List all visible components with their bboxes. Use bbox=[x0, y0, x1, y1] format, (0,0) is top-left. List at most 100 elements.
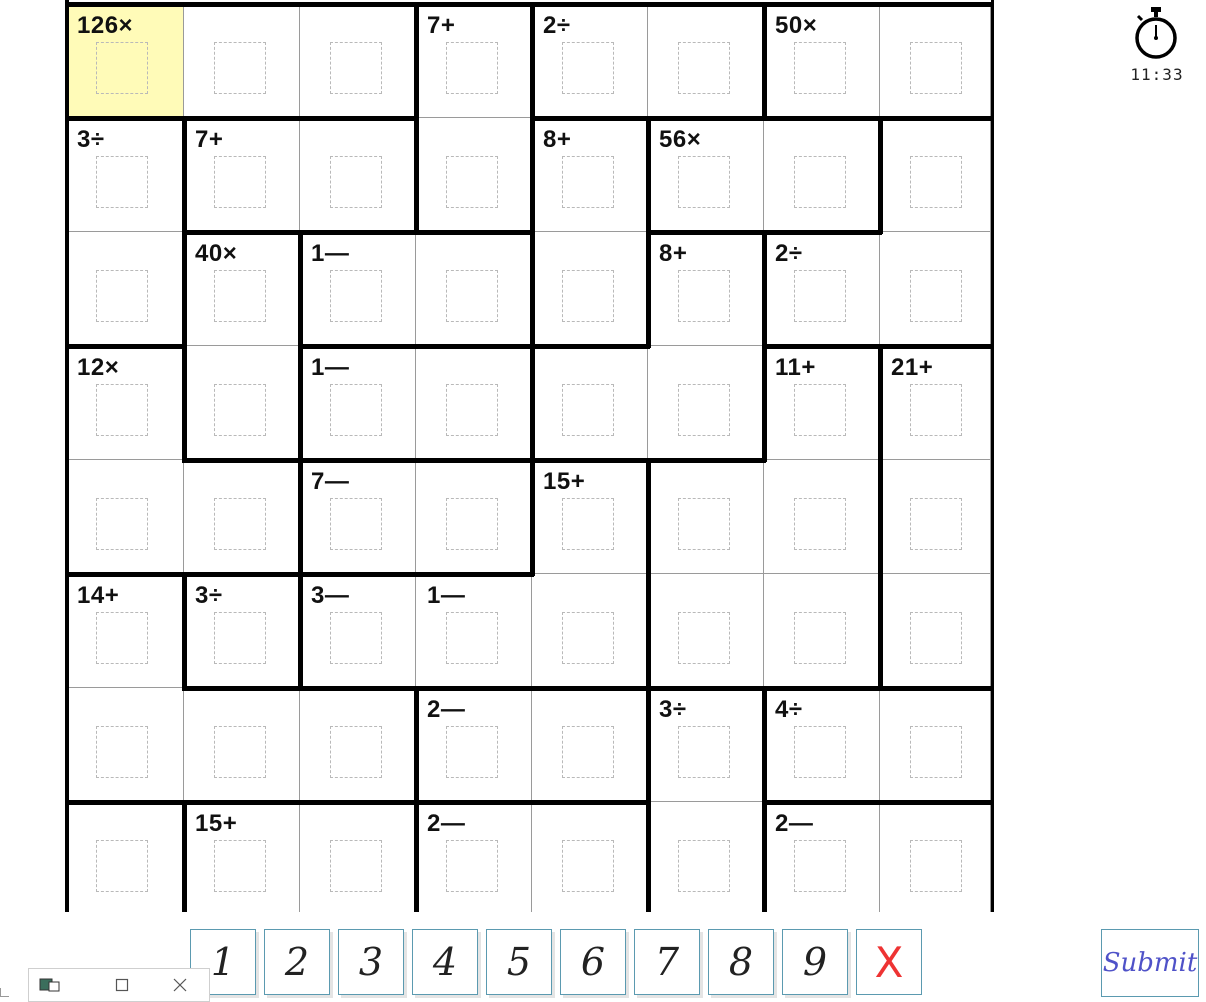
answer-slot[interactable] bbox=[562, 840, 614, 892]
answer-slot[interactable] bbox=[794, 42, 846, 94]
answer-slot[interactable] bbox=[214, 612, 266, 664]
answer-slot[interactable] bbox=[562, 726, 614, 778]
grid-cell-r4c8[interactable]: 21+ bbox=[880, 346, 991, 460]
grid-cell-r8c2[interactable]: 15+ bbox=[184, 802, 300, 912]
digit-7-button[interactable]: 7 bbox=[634, 929, 703, 998]
grid-cell-r8c3[interactable] bbox=[300, 802, 416, 912]
answer-slot[interactable] bbox=[214, 156, 266, 208]
answer-slot[interactable] bbox=[562, 42, 614, 94]
digit-8-button[interactable]: 8 bbox=[708, 929, 777, 998]
answer-slot[interactable] bbox=[446, 612, 498, 664]
answer-slot[interactable] bbox=[910, 840, 962, 892]
answer-slot[interactable] bbox=[446, 726, 498, 778]
answer-slot[interactable] bbox=[910, 384, 962, 436]
answer-slot[interactable] bbox=[910, 612, 962, 664]
grid-cell-r6c6[interactable] bbox=[648, 574, 764, 688]
grid-cell-r7c3[interactable] bbox=[300, 688, 416, 802]
grid-cell-r1c1[interactable]: 126× bbox=[66, 4, 184, 118]
answer-slot[interactable] bbox=[96, 42, 148, 94]
grid-cell-r2c3[interactable] bbox=[300, 118, 416, 232]
grid-cell-r3c1[interactable] bbox=[66, 232, 184, 346]
grid-cell-r4c2[interactable] bbox=[184, 346, 300, 460]
answer-slot[interactable] bbox=[794, 384, 846, 436]
digit-4-button[interactable]: 4 bbox=[412, 929, 481, 998]
answer-slot[interactable] bbox=[214, 270, 266, 322]
grid-cell-r3c5[interactable] bbox=[532, 232, 648, 346]
grid-cell-r7c4[interactable]: 2— bbox=[416, 688, 532, 802]
answer-slot[interactable] bbox=[446, 384, 498, 436]
answer-slot[interactable] bbox=[562, 270, 614, 322]
answer-slot[interactable] bbox=[910, 156, 962, 208]
answer-slot[interactable] bbox=[794, 498, 846, 550]
grid-cell-r4c6[interactable] bbox=[648, 346, 764, 460]
grid-cell-r7c8[interactable] bbox=[880, 688, 991, 802]
answer-slot[interactable] bbox=[794, 270, 846, 322]
answer-slot[interactable] bbox=[446, 498, 498, 550]
grid-cell-r1c2[interactable] bbox=[184, 4, 300, 118]
grid-cell-r3c6[interactable]: 8+ bbox=[648, 232, 764, 346]
answer-slot[interactable] bbox=[678, 156, 730, 208]
grid-cell-r1c5[interactable]: 2÷ bbox=[532, 4, 648, 118]
answer-slot[interactable] bbox=[330, 156, 382, 208]
close-icon[interactable] bbox=[173, 978, 187, 996]
answer-slot[interactable] bbox=[330, 840, 382, 892]
grid-cell-r6c2[interactable]: 3÷ bbox=[184, 574, 300, 688]
answer-slot[interactable] bbox=[910, 726, 962, 778]
answer-slot[interactable] bbox=[446, 156, 498, 208]
grid-cell-r8c4[interactable]: 2— bbox=[416, 802, 532, 912]
grid-cell-r8c6[interactable] bbox=[648, 802, 764, 912]
answer-slot[interactable] bbox=[678, 270, 730, 322]
answer-slot[interactable] bbox=[96, 726, 148, 778]
answer-slot[interactable] bbox=[446, 42, 498, 94]
grid-cell-r5c8[interactable] bbox=[880, 460, 991, 574]
grid-cell-r5c3[interactable]: 7— bbox=[300, 460, 416, 574]
answer-slot[interactable] bbox=[214, 384, 266, 436]
grid-cell-r2c6[interactable]: 56× bbox=[648, 118, 764, 232]
answer-slot[interactable] bbox=[96, 840, 148, 892]
answer-slot[interactable] bbox=[330, 384, 382, 436]
digit-6-button[interactable]: 6 bbox=[560, 929, 629, 998]
answer-slot[interactable] bbox=[330, 498, 382, 550]
grid-cell-r3c8[interactable] bbox=[880, 232, 991, 346]
grid-cell-r3c4[interactable] bbox=[416, 232, 532, 346]
grid-cell-r8c7[interactable]: 2— bbox=[764, 802, 880, 912]
answer-slot[interactable] bbox=[794, 840, 846, 892]
grid-cell-r2c7[interactable] bbox=[764, 118, 880, 232]
answer-slot[interactable] bbox=[794, 612, 846, 664]
digit-2-button[interactable]: 2 bbox=[264, 929, 333, 998]
grid-cell-r7c6[interactable]: 3÷ bbox=[648, 688, 764, 802]
answer-slot[interactable] bbox=[678, 498, 730, 550]
grid-cell-r2c8[interactable] bbox=[880, 118, 991, 232]
grid-cell-r7c7[interactable]: 4÷ bbox=[764, 688, 880, 802]
answer-slot[interactable] bbox=[214, 726, 266, 778]
grid-cell-r6c7[interactable] bbox=[764, 574, 880, 688]
switch-window-icon[interactable] bbox=[39, 978, 61, 996]
grid-cell-r4c4[interactable] bbox=[416, 346, 532, 460]
digit-3-button[interactable]: 3 bbox=[338, 929, 407, 998]
grid-cell-r6c3[interactable]: 3— bbox=[300, 574, 416, 688]
grid-cell-r6c4[interactable]: 1— bbox=[416, 574, 532, 688]
grid-cell-r1c4[interactable]: 7+ bbox=[416, 4, 532, 118]
grid-cell-r6c1[interactable]: 14+ bbox=[66, 574, 184, 688]
grid-cell-r2c1[interactable]: 3÷ bbox=[66, 118, 184, 232]
grid-cell-r1c6[interactable] bbox=[648, 4, 764, 118]
grid-cell-r8c8[interactable] bbox=[880, 802, 991, 912]
answer-slot[interactable] bbox=[562, 156, 614, 208]
grid-cell-r7c1[interactable] bbox=[66, 688, 184, 802]
answer-slot[interactable] bbox=[794, 156, 846, 208]
answer-slot[interactable] bbox=[794, 726, 846, 778]
grid-cell-r6c8[interactable] bbox=[880, 574, 991, 688]
grid-cell-r3c7[interactable]: 2÷ bbox=[764, 232, 880, 346]
grid-cell-r5c6[interactable] bbox=[648, 460, 764, 574]
grid-cell-r5c1[interactable] bbox=[66, 460, 184, 574]
answer-slot[interactable] bbox=[678, 42, 730, 94]
answer-slot[interactable] bbox=[96, 384, 148, 436]
clear-button[interactable]: X bbox=[856, 929, 922, 995]
answer-slot[interactable] bbox=[96, 498, 148, 550]
digit-9-button[interactable]: 9 bbox=[782, 929, 851, 998]
grid-cell-r4c1[interactable]: 12× bbox=[66, 346, 184, 460]
grid-cell-r2c2[interactable]: 7+ bbox=[184, 118, 300, 232]
grid-cell-r3c2[interactable]: 40× bbox=[184, 232, 300, 346]
grid-cell-r5c4[interactable] bbox=[416, 460, 532, 574]
minimized-window-tile[interactable] bbox=[28, 968, 210, 1002]
